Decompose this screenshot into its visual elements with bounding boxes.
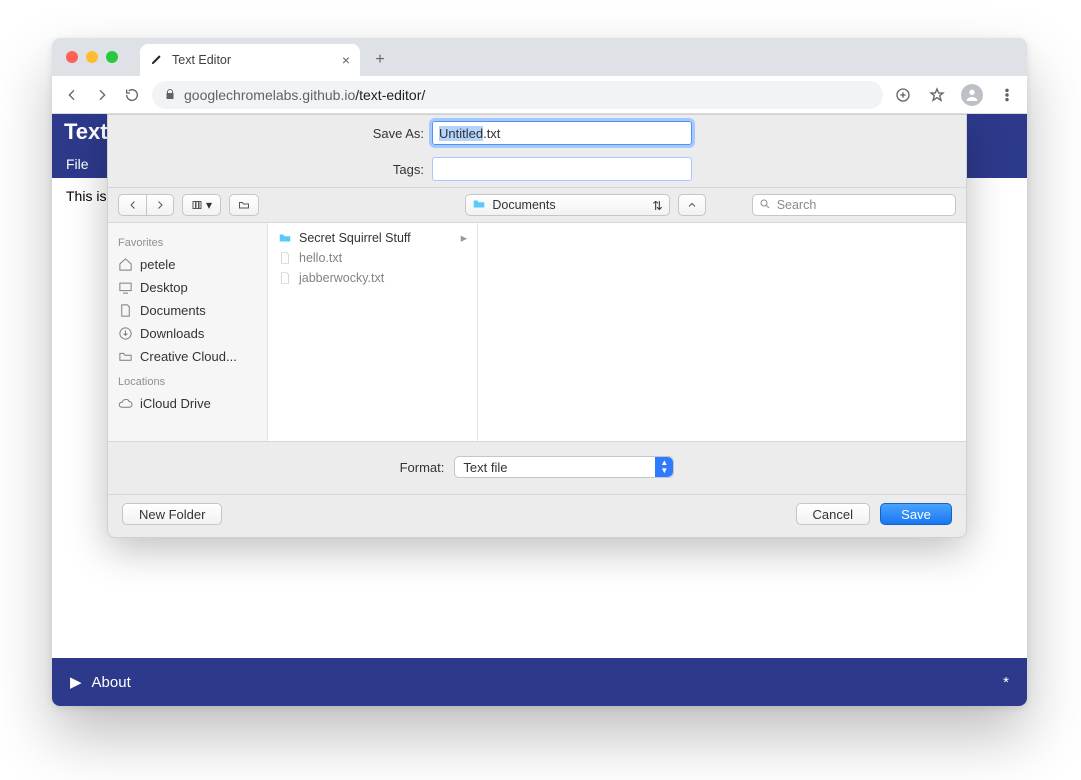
search-placeholder: Search	[777, 198, 817, 212]
format-row: Format: Text file ▲▼	[108, 442, 966, 494]
tags-input[interactable]	[432, 157, 692, 181]
about-label: About	[92, 674, 131, 691]
sidebar-item-documents[interactable]: Documents	[108, 299, 267, 322]
close-tab-button[interactable]: ×	[342, 52, 350, 68]
url-host: googlechromelabs.github.io	[184, 87, 355, 103]
chevron-updown-icon: ▲▼	[655, 457, 673, 477]
browser-toolbar: googlechromelabs.github.io/text-editor/	[52, 76, 1027, 114]
address-bar[interactable]: googlechromelabs.github.io/text-editor/	[152, 81, 883, 109]
locations-heading: Locations	[108, 368, 267, 392]
view-mode-button[interactable]: ▾	[182, 194, 221, 216]
location-popup[interactable]: Documents ⇅	[465, 194, 669, 216]
dialog-footer: New Folder Cancel Save	[108, 494, 966, 537]
modified-indicator: *	[1003, 674, 1009, 691]
sidebar-item-label: petele	[140, 257, 175, 272]
nav-back-forward	[118, 194, 174, 216]
column-1	[478, 223, 966, 441]
file-browser: Favorites petele Desktop Documents	[108, 222, 966, 442]
nav-back-button[interactable]	[118, 194, 146, 216]
folder-icon	[472, 197, 486, 214]
sidebar-item-label: Desktop	[140, 280, 188, 295]
browser-titlebar: Text Editor × +	[52, 38, 1027, 76]
sidebar-item-label: iCloud Drive	[140, 396, 211, 411]
window-controls	[66, 38, 118, 76]
sidebar-item-label: Creative Cloud...	[140, 349, 237, 364]
close-window-button[interactable]	[66, 51, 78, 63]
disclosure-triangle-icon: ▶	[70, 673, 82, 691]
nav-forward-button[interactable]	[146, 194, 174, 216]
new-tab-button[interactable]: +	[366, 46, 394, 74]
app-title-text: Text	[64, 119, 108, 145]
filename-suffix: .txt	[483, 126, 500, 141]
group-button[interactable]	[229, 194, 259, 216]
format-popup[interactable]: Text file ▲▼	[454, 456, 674, 478]
format-value: Text file	[463, 460, 507, 475]
column-0: Secret Squirrel Stuff ▸ hello.txt jabber…	[268, 223, 478, 441]
url-path: /text-editor/	[355, 87, 425, 103]
favorites-heading: Favorites	[108, 229, 267, 253]
save-button[interactable]: Save	[880, 503, 952, 525]
chevron-right-icon: ▸	[461, 230, 467, 245]
browser-window: Text Editor × + googlechromelabs.github.…	[52, 38, 1027, 706]
tags-label: Tags:	[124, 162, 424, 177]
profile-avatar-icon[interactable]	[961, 84, 983, 106]
new-folder-button[interactable]: New Folder	[122, 503, 222, 525]
sidebar-item-desktop[interactable]: Desktop	[108, 276, 267, 299]
browser-tab[interactable]: Text Editor ×	[140, 44, 360, 76]
sidebar-item-creative-cloud[interactable]: Creative Cloud...	[108, 345, 267, 368]
tab-title: Text Editor	[172, 53, 231, 67]
sidebar-item-home[interactable]: petele	[108, 253, 267, 276]
pencil-icon	[150, 52, 164, 69]
chevron-updown-icon: ⇅	[652, 198, 662, 213]
item-label: hello.txt	[299, 251, 342, 265]
forward-button[interactable]	[92, 85, 112, 105]
button-label: Cancel	[813, 507, 853, 522]
maximize-window-button[interactable]	[106, 51, 118, 63]
item-label: Secret Squirrel Stuff	[299, 231, 411, 245]
item-label: jabberwocky.txt	[299, 271, 384, 285]
install-app-icon[interactable]	[893, 85, 913, 105]
sidebar: Favorites petele Desktop Documents	[108, 223, 268, 441]
back-button[interactable]	[62, 85, 82, 105]
bookmark-star-icon[interactable]	[927, 85, 947, 105]
save-as-label: Save As:	[124, 126, 424, 141]
list-item[interactable]: jabberwocky.txt	[268, 268, 477, 288]
page-content: Text File This is a r ▶ About * Save As:…	[52, 114, 1027, 706]
button-label: New Folder	[139, 507, 205, 522]
search-field[interactable]: Search	[752, 194, 956, 216]
search-icon	[759, 198, 771, 213]
filename-selected: Untitled	[439, 126, 483, 141]
save-dialog: Save As: Untitled.txt Tags: ▾	[107, 114, 967, 538]
minimize-window-button[interactable]	[86, 51, 98, 63]
location-label: Documents	[492, 198, 555, 212]
menu-file[interactable]: File	[66, 156, 89, 172]
button-label: Save	[901, 507, 931, 522]
url-text: googlechromelabs.github.io/text-editor/	[184, 87, 425, 103]
sidebar-item-downloads[interactable]: Downloads	[108, 322, 267, 345]
about-footer[interactable]: ▶ About *	[52, 658, 1027, 706]
cancel-button[interactable]: Cancel	[796, 503, 870, 525]
kebab-menu-icon[interactable]	[997, 85, 1017, 105]
dialog-toolbar: ▾ Documents ⇅	[108, 187, 966, 222]
filename-input[interactable]: Untitled.txt	[432, 121, 692, 145]
collapse-button[interactable]	[678, 194, 706, 216]
lock-icon	[164, 87, 176, 103]
sidebar-item-icloud[interactable]: iCloud Drive	[108, 392, 267, 415]
sidebar-item-label: Documents	[140, 303, 206, 318]
list-item[interactable]: hello.txt	[268, 248, 477, 268]
list-item[interactable]: Secret Squirrel Stuff ▸	[268, 227, 477, 248]
format-label: Format:	[400, 460, 445, 475]
reload-button[interactable]	[122, 85, 142, 105]
sidebar-item-label: Downloads	[140, 326, 204, 341]
